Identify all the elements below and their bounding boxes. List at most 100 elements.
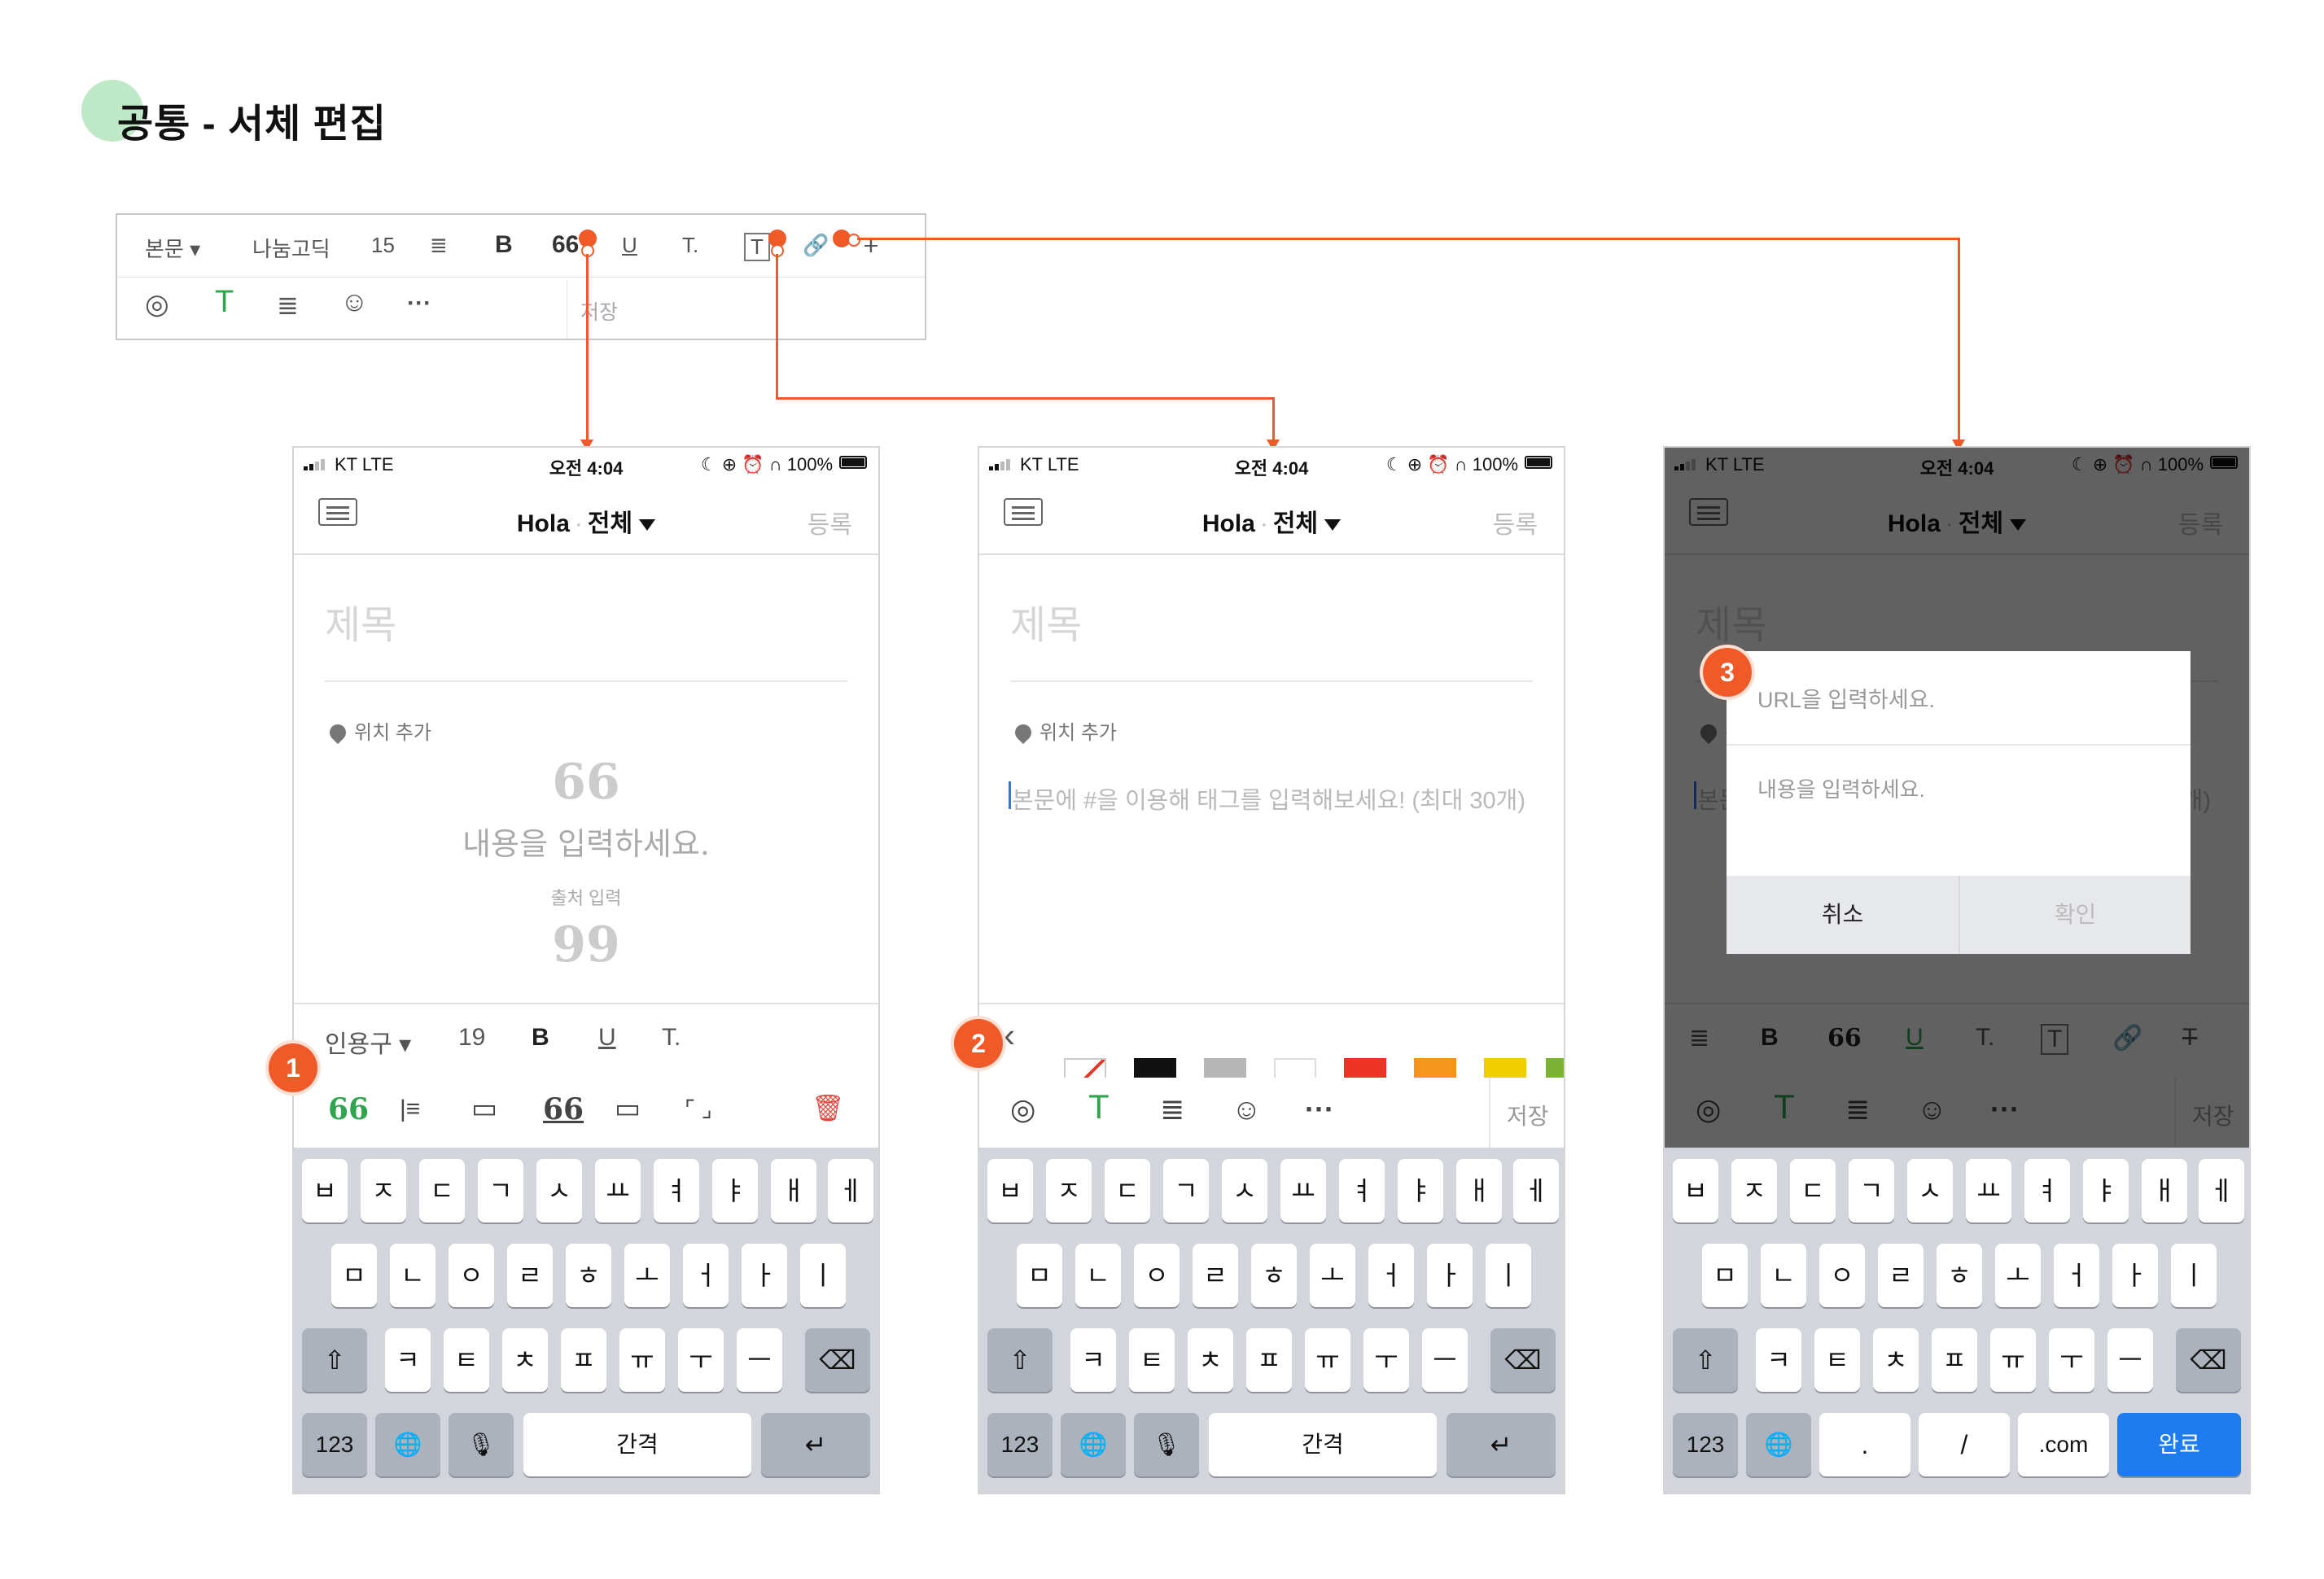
key[interactable]: ㅕ xyxy=(2024,1159,2070,1223)
key[interactable]: ㄹ xyxy=(1193,1244,1238,1307)
key[interactable]: ㅜ xyxy=(678,1328,724,1392)
key[interactable]: ㄴ xyxy=(1075,1244,1121,1307)
delete-key[interactable]: ⌫ xyxy=(1490,1328,1556,1392)
key[interactable]: ㅕ xyxy=(1339,1159,1385,1223)
add-location-button[interactable]: 위치 추가 xyxy=(1011,716,1117,745)
key[interactable]: ㅗ xyxy=(624,1244,670,1307)
key[interactable]: ㄷ xyxy=(1105,1159,1150,1223)
microphone-icon[interactable]: 🎙 xyxy=(1134,1413,1199,1476)
save-button[interactable]: 저장 xyxy=(1507,1099,1549,1131)
quote-style-4-icon[interactable]: 66 xyxy=(543,1092,584,1126)
link-text-input[interactable]: 내용을 입력하세요. xyxy=(1757,773,1925,803)
text-icon[interactable]: T xyxy=(215,285,234,320)
quote-source-input[interactable]: 출처 입력 xyxy=(294,884,878,910)
key[interactable]: ㅕ xyxy=(654,1159,699,1223)
dotcom-key[interactable]: .com xyxy=(2018,1413,2109,1476)
key[interactable]: ㅛ xyxy=(595,1159,641,1223)
shift-key[interactable]: ⇧ xyxy=(302,1328,367,1392)
key[interactable]: ㅌ xyxy=(1129,1328,1175,1392)
key[interactable]: ㅜ xyxy=(1363,1328,1409,1392)
key[interactable]: ㅋ xyxy=(385,1328,431,1392)
bold-button[interactable]: B xyxy=(495,231,513,259)
board-selector[interactable]: Hola·전체 xyxy=(979,503,1564,539)
key[interactable]: ㅎ xyxy=(566,1244,611,1307)
key[interactable]: ㅓ xyxy=(683,1244,729,1307)
paragraph-icon[interactable]: ≣ xyxy=(277,290,299,321)
key[interactable]: ㅠ xyxy=(619,1328,665,1392)
title-input[interactable]: 제목 xyxy=(1010,593,1082,650)
key[interactable]: ㅂ xyxy=(987,1159,1033,1223)
key[interactable]: ㅡ xyxy=(737,1328,782,1392)
confirm-button[interactable]: 확인 xyxy=(1959,876,2191,954)
font-family-select[interactable]: 나눔고딕 xyxy=(252,233,330,263)
quote-style-1-icon[interactable]: 66 xyxy=(328,1092,369,1126)
key[interactable]: ㅈ xyxy=(361,1159,406,1223)
text-style-button[interactable]: T. xyxy=(682,233,698,258)
register-button[interactable]: 등록 xyxy=(1493,505,1538,540)
quote-style-select[interactable]: 인용구 ▾ xyxy=(325,1024,411,1060)
quote-style-2-icon[interactable]: |≡ xyxy=(400,1096,420,1123)
title-input[interactable]: 제목 xyxy=(325,593,396,650)
register-button[interactable]: 등록 xyxy=(807,505,852,540)
key[interactable]: ㅡ xyxy=(1422,1328,1468,1392)
key[interactable]: ㅓ xyxy=(1368,1244,1414,1307)
numbers-key[interactable]: 123 xyxy=(987,1413,1053,1476)
key[interactable]: ㅛ xyxy=(1966,1159,2011,1223)
key[interactable]: ㅊ xyxy=(1873,1328,1919,1392)
more-icon[interactable]: ··· xyxy=(1305,1092,1334,1126)
space-key[interactable]: 간격 xyxy=(1209,1413,1437,1476)
key[interactable]: ㅎ xyxy=(1937,1244,1982,1307)
key[interactable]: ㅂ xyxy=(302,1159,348,1223)
body-input[interactable]: 본문에 #을 이용해 태그를 입력해보세요! (최대 30개) xyxy=(1008,781,1525,816)
key[interactable]: ㅣ xyxy=(1486,1244,1531,1307)
key[interactable]: ㄱ xyxy=(1163,1159,1209,1223)
key[interactable]: ㄴ xyxy=(1761,1244,1806,1307)
space-key[interactable]: 간격 xyxy=(523,1413,751,1476)
key[interactable]: ㅜ xyxy=(2049,1328,2094,1392)
delete-key[interactable]: ⌫ xyxy=(2176,1328,2241,1392)
numbers-key[interactable]: 123 xyxy=(302,1413,367,1476)
key[interactable]: ㅋ xyxy=(1756,1328,1801,1392)
align-icon[interactable]: ≣ xyxy=(430,233,448,258)
key[interactable]: ㅌ xyxy=(1814,1328,1860,1392)
key[interactable]: ㅋ xyxy=(1070,1328,1116,1392)
emoji-icon[interactable]: ☺ xyxy=(1232,1092,1262,1126)
text-style-button[interactable]: T. xyxy=(662,1024,681,1052)
key[interactable]: ㅇ xyxy=(1134,1244,1180,1307)
key[interactable]: ㄱ xyxy=(478,1159,523,1223)
key[interactable]: ㅑ xyxy=(1398,1159,1443,1223)
key[interactable]: ㄹ xyxy=(1878,1244,1924,1307)
key[interactable]: ㅅ xyxy=(536,1159,582,1223)
key[interactable]: ㅁ xyxy=(1702,1244,1748,1307)
key[interactable]: ㅏ xyxy=(742,1244,787,1307)
add-location-button[interactable]: 위치 추가 xyxy=(326,716,431,745)
key[interactable]: ㅁ xyxy=(331,1244,377,1307)
text-box-icon[interactable]: T xyxy=(744,233,770,261)
cancel-button[interactable]: 취소 xyxy=(1727,876,1959,954)
quote-icon[interactable]: 66 xyxy=(552,231,579,259)
return-key[interactable]: ↵ xyxy=(761,1413,870,1476)
key[interactable]: ㅗ xyxy=(1995,1244,2041,1307)
key[interactable]: ㄷ xyxy=(1790,1159,1836,1223)
key[interactable]: ㄷ xyxy=(419,1159,465,1223)
delete-key[interactable]: ⌫ xyxy=(805,1328,870,1392)
key[interactable]: ㅗ xyxy=(1310,1244,1355,1307)
key[interactable]: ㅣ xyxy=(800,1244,846,1307)
key[interactable]: ㅂ xyxy=(1673,1159,1718,1223)
more-icon[interactable]: ··· xyxy=(407,290,431,317)
shift-key[interactable]: ⇧ xyxy=(987,1328,1053,1392)
return-key[interactable]: ↵ xyxy=(1446,1413,1556,1476)
strikethrough-button[interactable]: T xyxy=(864,233,878,258)
key[interactable]: ㅔ xyxy=(2199,1159,2244,1223)
done-key[interactable]: 완료 xyxy=(2117,1413,2241,1476)
key[interactable]: ㅛ xyxy=(1280,1159,1326,1223)
key[interactable]: ㅑ xyxy=(2083,1159,2129,1223)
key[interactable]: ㄴ xyxy=(390,1244,435,1307)
key[interactable]: ㅌ xyxy=(444,1328,489,1392)
trash-icon[interactable]: 🗑 xyxy=(812,1092,845,1123)
key[interactable]: ㅅ xyxy=(1222,1159,1267,1223)
font-size-select[interactable]: 15 xyxy=(371,233,395,258)
period-key[interactable]: . xyxy=(1819,1413,1910,1476)
key[interactable]: ㅊ xyxy=(502,1328,548,1392)
back-icon[interactable]: ‹ xyxy=(1004,1016,1015,1055)
